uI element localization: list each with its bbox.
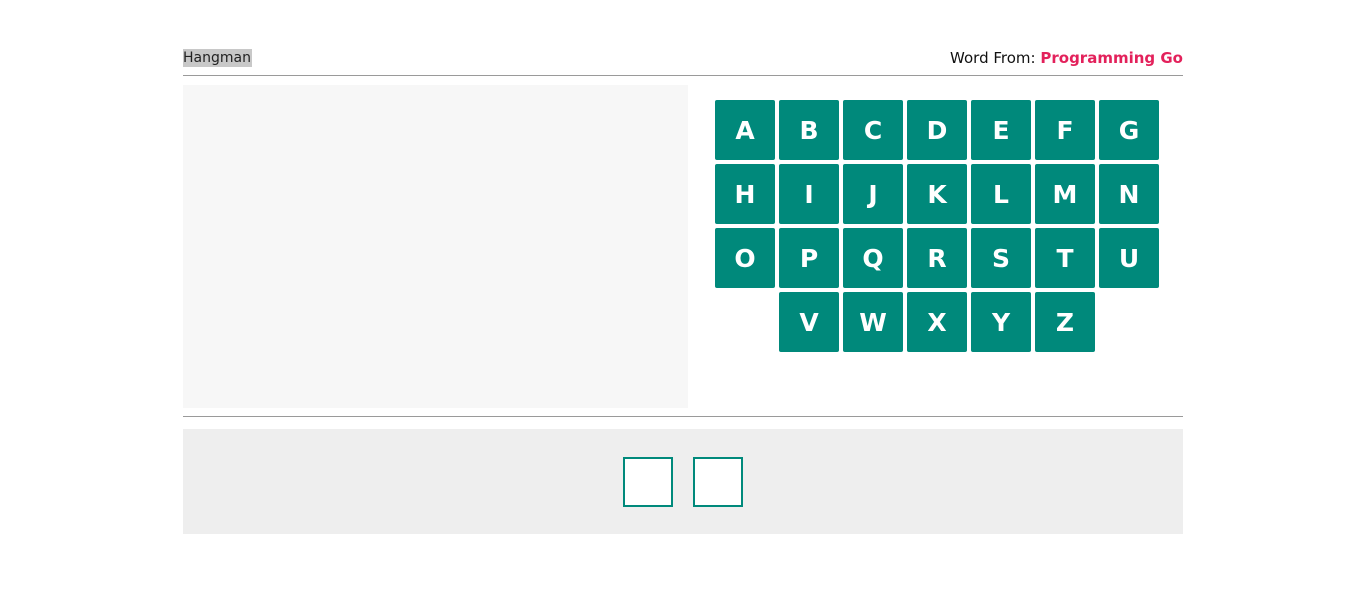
- letter-row: V W X Y Z: [712, 292, 1162, 352]
- letter-slot: [693, 456, 743, 507]
- letter-key-k[interactable]: K: [907, 164, 967, 224]
- letter-key-x[interactable]: X: [907, 292, 967, 352]
- letter-row: A B C D E F G: [712, 100, 1162, 160]
- letter-slot: [623, 456, 673, 507]
- hangman-drawing-area: [183, 85, 688, 408]
- letter-key-f[interactable]: F: [1035, 100, 1095, 160]
- letter-key-s[interactable]: S: [971, 228, 1031, 288]
- letter-key-o[interactable]: O: [715, 228, 775, 288]
- letter-key-l[interactable]: L: [971, 164, 1031, 224]
- letter-key-y[interactable]: Y: [971, 292, 1031, 352]
- letter-row: H I J K L M N: [712, 164, 1162, 224]
- letter-key-r[interactable]: R: [907, 228, 967, 288]
- letter-key-p[interactable]: P: [779, 228, 839, 288]
- letter-key-j[interactable]: J: [843, 164, 903, 224]
- letter-key-h[interactable]: H: [715, 164, 775, 224]
- letter-key-a[interactable]: A: [715, 100, 775, 160]
- letter-key-w[interactable]: W: [843, 292, 903, 352]
- letter-key-t[interactable]: T: [1035, 228, 1095, 288]
- letter-key-u[interactable]: U: [1099, 228, 1159, 288]
- letter-key-b[interactable]: B: [779, 100, 839, 160]
- letter-key-v[interactable]: V: [779, 292, 839, 352]
- letter-key-e[interactable]: E: [971, 100, 1031, 160]
- word-from-label: Word From:: [950, 49, 1036, 67]
- word-category: Programming Go: [1040, 49, 1183, 67]
- word-category-info: Word From: Programming Go: [950, 49, 1183, 67]
- letter-row: O P Q R S T U: [712, 228, 1162, 288]
- word-panel: [183, 429, 1183, 534]
- hangman-game: Hangman Word From: Programming Go A B C …: [183, 46, 1183, 534]
- letter-key-c[interactable]: C: [843, 100, 903, 160]
- letter-key-m[interactable]: M: [1035, 164, 1095, 224]
- letter-key-i[interactable]: I: [779, 164, 839, 224]
- letter-key-q[interactable]: Q: [843, 228, 903, 288]
- game-main: A B C D E F G H I J K L M N O P Q R S T …: [183, 76, 1183, 408]
- letter-key-g[interactable]: G: [1099, 100, 1159, 160]
- section-divider: [183, 416, 1183, 417]
- letter-keyboard: A B C D E F G H I J K L M N O P Q R S T …: [712, 100, 1162, 356]
- game-title: Hangman: [183, 49, 252, 67]
- header: Hangman Word From: Programming Go: [183, 46, 1183, 76]
- letter-key-d[interactable]: D: [907, 100, 967, 160]
- letter-key-z[interactable]: Z: [1035, 292, 1095, 352]
- letter-key-n[interactable]: N: [1099, 164, 1159, 224]
